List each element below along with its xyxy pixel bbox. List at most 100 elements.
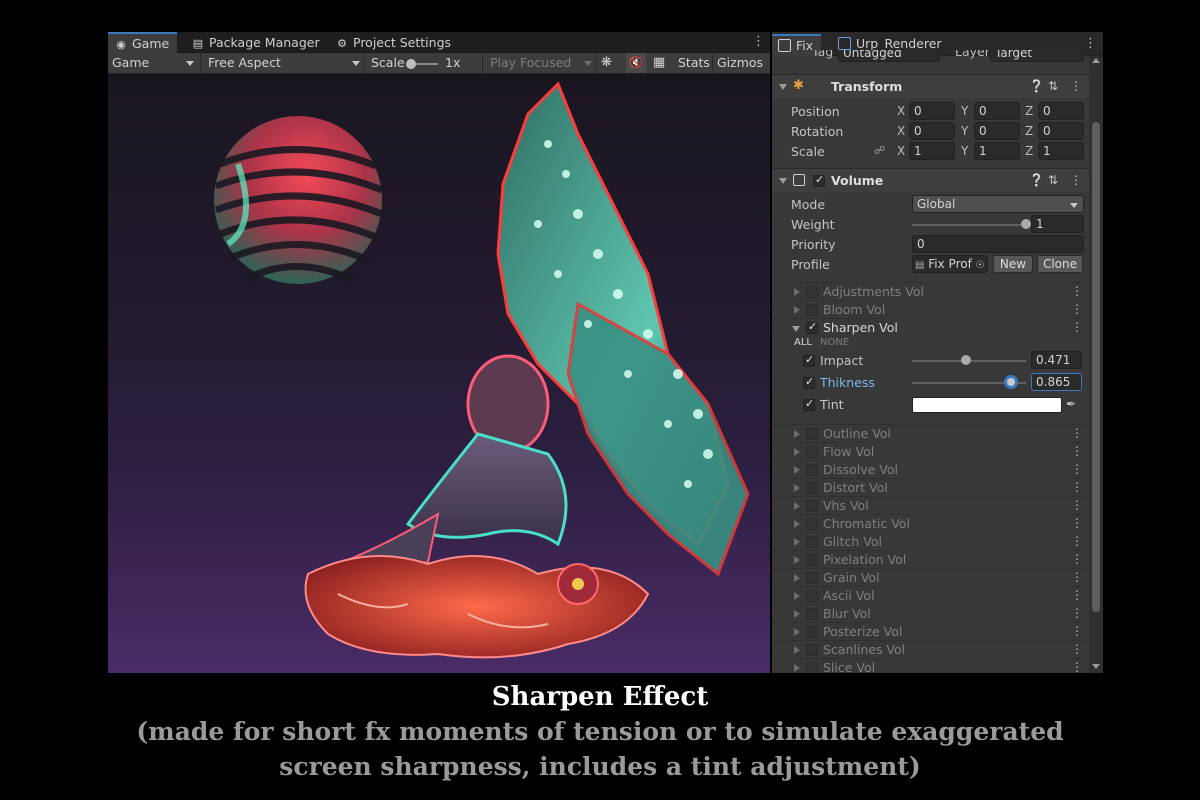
override-enabled-checkbox[interactable]	[806, 464, 818, 476]
override-kebab-icon[interactable]: ⋮	[1071, 284, 1083, 298]
volume-override-row[interactable]: Bloom Vol ⋮	[772, 300, 1089, 318]
game-kebab-menu-icon[interactable]: ⋮	[752, 35, 765, 49]
weight-slider-knob[interactable]	[1021, 219, 1031, 229]
override-enabled-checkbox[interactable]	[806, 590, 818, 602]
rotation-x-field[interactable]: 0	[909, 122, 955, 140]
mode-dropdown[interactable]: Global	[912, 195, 1084, 213]
volume-override-row[interactable]: Blur Vol ⋮	[772, 604, 1089, 622]
position-z-field[interactable]: 0	[1038, 102, 1084, 120]
volume-override-row[interactable]: Outline Vol ⋮	[772, 424, 1089, 442]
tab-project-settings[interactable]: ⚙ Project Settings	[329, 32, 459, 53]
override-enabled-checkbox[interactable]	[806, 482, 818, 494]
priority-field[interactable]: 0	[912, 235, 1084, 253]
presets-icon[interactable]: ⇅	[1048, 79, 1058, 93]
help-icon[interactable]: ❔	[1029, 79, 1044, 93]
component-kebab-icon[interactable]: ⋮	[1070, 173, 1082, 187]
sharpen-enabled-checkbox[interactable]	[806, 320, 818, 334]
eyedropper-icon[interactable]: ✒	[1066, 397, 1076, 411]
override-enabled-checkbox[interactable]	[806, 500, 818, 512]
override-enabled-checkbox[interactable]	[806, 572, 818, 584]
override-enabled-checkbox[interactable]	[806, 446, 818, 458]
override-kebab-icon[interactable]: ⋮	[1071, 426, 1083, 440]
override-enabled-checkbox[interactable]	[806, 662, 818, 673]
impact-override-checkbox[interactable]	[803, 353, 815, 367]
thikness-override-checkbox[interactable]	[803, 375, 815, 389]
override-enabled-checkbox[interactable]	[806, 536, 818, 548]
help-icon[interactable]: ❔	[1029, 173, 1044, 187]
volume-override-row[interactable]: Vhs Vol ⋮	[772, 496, 1089, 514]
override-kebab-icon[interactable]: ⋮	[1071, 534, 1083, 548]
override-kebab-icon[interactable]: ⋮	[1071, 444, 1083, 458]
aspect-dropdown[interactable]: Free Aspect	[208, 53, 281, 73]
volume-override-row[interactable]: Pixelation Vol ⋮	[772, 550, 1089, 568]
thikness-field[interactable]: 0.865	[1031, 373, 1082, 391]
override-kebab-icon[interactable]: ⋮	[1071, 462, 1083, 476]
override-kebab-icon[interactable]: ⋮	[1071, 624, 1083, 638]
override-enabled-checkbox[interactable]	[806, 428, 818, 440]
volume-override-row[interactable]: Flow Vol ⋮	[772, 442, 1089, 460]
override-enabled-checkbox[interactable]	[806, 304, 818, 316]
none-button[interactable]: NONE	[820, 337, 849, 348]
volume-enabled-checkbox[interactable]	[813, 173, 825, 187]
volume-override-row[interactable]: Dissolve Vol ⋮	[772, 460, 1089, 478]
inspector-kebab-menu-icon[interactable]: ⋮	[1084, 37, 1097, 51]
weight-field[interactable]: 1	[1031, 215, 1084, 233]
override-kebab-icon[interactable]: ⋮	[1071, 588, 1083, 602]
weight-slider-track[interactable]	[912, 224, 1026, 226]
position-x-field[interactable]: 0	[909, 102, 955, 120]
volume-override-row[interactable]: Chromatic Vol ⋮	[772, 514, 1089, 532]
override-kebab-icon[interactable]: ⋮	[1071, 642, 1083, 656]
volume-override-row[interactable]: Distort Vol ⋮	[772, 478, 1089, 496]
presets-icon[interactable]: ⇅	[1048, 173, 1058, 187]
volume-header[interactable]: Volume ❔ ⇅ ⋮	[772, 168, 1089, 192]
override-enabled-checkbox[interactable]	[806, 644, 818, 656]
volume-override-row[interactable]: Adjustments Vol ⋮	[772, 282, 1089, 300]
tab-package-manager[interactable]: ▤ Package Manager	[185, 32, 328, 53]
stats-button[interactable]: Stats	[678, 53, 710, 73]
scale-z-field[interactable]: 1	[1038, 142, 1084, 160]
clone-profile-button[interactable]: Clone	[1037, 255, 1083, 273]
override-kebab-icon[interactable]: ⋮	[1071, 498, 1083, 512]
volume-override-row[interactable]: Posterize Vol ⋮	[772, 622, 1089, 640]
override-enabled-checkbox[interactable]	[806, 286, 818, 298]
rotation-y-field[interactable]: 0	[974, 122, 1020, 140]
scroll-up-arrow-icon[interactable]	[1092, 58, 1100, 63]
override-enabled-checkbox[interactable]	[806, 554, 818, 566]
transform-header[interactable]: ✱ Transform ❔ ⇅ ⋮	[772, 74, 1089, 98]
scale-y-field[interactable]: 1	[974, 142, 1020, 160]
position-y-field[interactable]: 0	[974, 102, 1020, 120]
scale-x-field[interactable]: 1	[909, 142, 955, 160]
sharpen-vol-row[interactable]: Sharpen Vol ⋮	[772, 318, 1089, 336]
override-kebab-icon[interactable]: ⋮	[1071, 516, 1083, 530]
override-kebab-icon[interactable]: ⋮	[1071, 320, 1083, 334]
mute-audio-icon[interactable]: 🔇	[626, 53, 646, 73]
override-enabled-checkbox[interactable]	[806, 626, 818, 638]
inspector-scrollbar[interactable]	[1089, 56, 1103, 673]
game-viewport[interactable]	[108, 74, 770, 673]
volume-override-row[interactable]: Scanlines Vol ⋮	[772, 640, 1089, 658]
override-kebab-icon[interactable]: ⋮	[1071, 570, 1083, 584]
all-button[interactable]: ALL	[794, 337, 812, 348]
keyboard-icon[interactable]: ▦	[653, 53, 665, 73]
tint-color-field[interactable]	[912, 397, 1062, 413]
override-enabled-checkbox[interactable]	[806, 518, 818, 530]
tag-dropdown[interactable]: Untagged	[838, 50, 940, 62]
display-dropdown[interactable]: Game	[112, 53, 149, 73]
scale-slider-knob[interactable]	[406, 59, 416, 69]
bug-icon[interactable]: ❋	[601, 53, 612, 73]
override-enabled-checkbox[interactable]	[806, 608, 818, 620]
override-kebab-icon[interactable]: ⋮	[1071, 480, 1083, 494]
override-kebab-icon[interactable]: ⋮	[1071, 302, 1083, 316]
impact-field[interactable]: 0.471	[1031, 351, 1082, 369]
tab-game[interactable]: ◉ Game	[108, 32, 178, 53]
layer-dropdown[interactable]: Target	[990, 50, 1084, 62]
volume-override-row[interactable]: Glitch Vol ⋮	[772, 532, 1089, 550]
scroll-down-arrow-icon[interactable]	[1092, 664, 1100, 669]
override-kebab-icon[interactable]: ⋮	[1071, 552, 1083, 566]
volume-override-row[interactable]: Ascii Vol ⋮	[772, 586, 1089, 604]
rotation-z-field[interactable]: 0	[1038, 122, 1084, 140]
impact-slider-knob[interactable]	[960, 355, 971, 365]
tint-override-checkbox[interactable]	[803, 397, 815, 411]
object-picker-icon[interactable]: ☉	[976, 260, 985, 271]
component-kebab-icon[interactable]: ⋮	[1070, 79, 1082, 93]
